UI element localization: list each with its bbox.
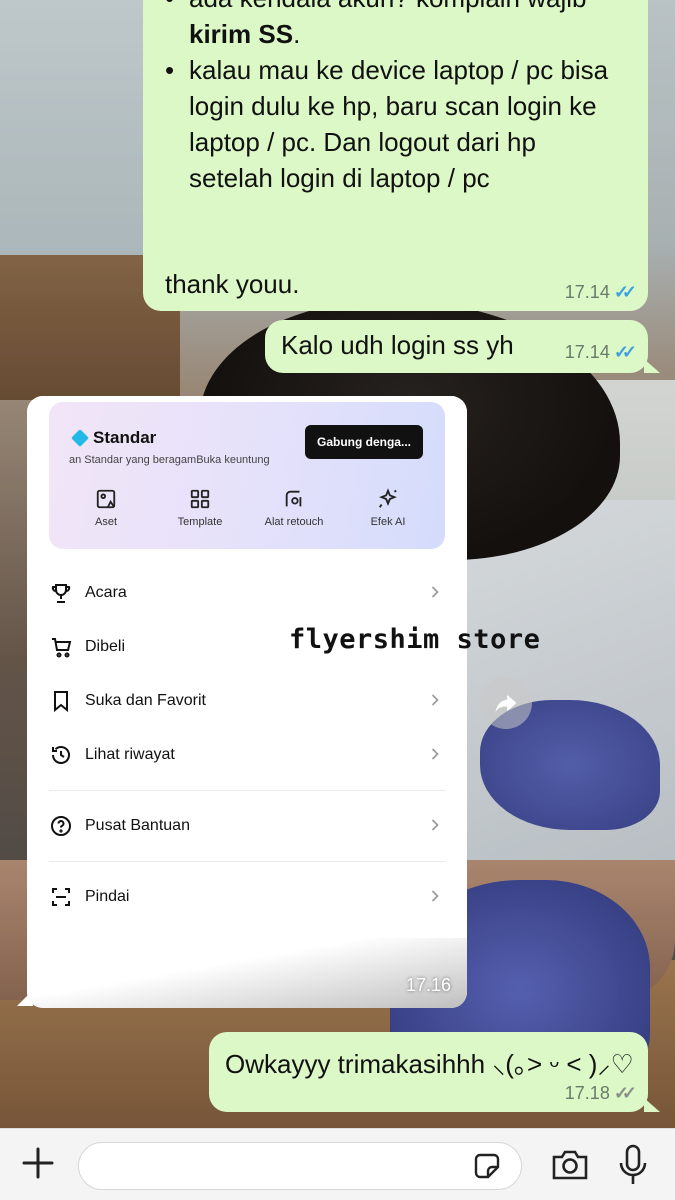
menu-item-pusat-bantuan: Pusat Bantuan xyxy=(49,806,445,846)
message-input[interactable] xyxy=(78,1142,522,1190)
forward-icon xyxy=(495,694,517,713)
help-icon xyxy=(51,816,71,836)
message-timestamp: 17.14 ✓✓ xyxy=(564,282,637,302)
message-text: Owkayyy trimakasihhh ⸜(｡˃ ᵕ ˂ )⸝♡ xyxy=(225,1049,634,1079)
read-receipt-icon: ✓✓ xyxy=(613,342,637,362)
chevron-right-icon xyxy=(431,890,439,902)
chevron-right-icon xyxy=(431,586,439,598)
history-icon xyxy=(52,746,70,764)
trophy-icon xyxy=(51,584,71,603)
outgoing-message-instructions[interactable]: ada kendala akun? komplain wajib kirim S… xyxy=(143,0,648,311)
tool-efek-ai: Efek AI xyxy=(341,488,435,528)
cart-icon xyxy=(52,638,72,658)
message-bullet-list: ada kendala akun? komplain wajib kirim S… xyxy=(165,0,625,196)
sticker-icon[interactable] xyxy=(472,1151,502,1181)
scan-icon xyxy=(52,888,70,906)
image-icon xyxy=(96,489,116,509)
card-subtitle: an Standar yang beragamBuka keuntung xyxy=(69,454,270,466)
grid-icon xyxy=(190,489,210,509)
bookmark-icon xyxy=(54,691,68,713)
chevron-right-icon xyxy=(431,694,439,706)
card-title: Standar xyxy=(93,428,157,447)
menu-item-suka-favorit: Suka dan Favorit xyxy=(49,681,445,721)
diamond-icon xyxy=(71,429,89,447)
message-timestamp: 17.16 xyxy=(405,975,451,995)
camera-icon[interactable] xyxy=(550,1147,590,1183)
tool-aset: Aset xyxy=(59,488,153,528)
message-text: Kalo udh login ss yh xyxy=(281,330,514,360)
tool-template: Template xyxy=(153,488,247,528)
menu-item-lihat-riwayat: Lihat riwayat xyxy=(49,735,445,775)
message-text: thank youu. xyxy=(165,269,300,299)
attached-screenshot: Standar an Standar yang beragamBuka keun… xyxy=(27,396,467,1008)
chevron-right-icon xyxy=(431,748,439,760)
message-timestamp: 17.14 ✓✓ xyxy=(564,342,637,362)
read-receipt-icon: ✓✓ xyxy=(613,282,637,302)
microphone-icon[interactable] xyxy=(616,1143,650,1187)
message-input-bar xyxy=(0,1128,675,1200)
bullet-item: ada kendala akun? komplain wajib kirim S… xyxy=(165,0,625,52)
divider xyxy=(49,861,445,862)
menu-item-pindai: Pindai xyxy=(49,877,445,917)
divider xyxy=(49,790,445,791)
sparkle-icon xyxy=(378,488,397,508)
incoming-image-message[interactable]: Standar an Standar yang beragamBuka keun… xyxy=(27,396,467,1008)
retouch-icon xyxy=(285,490,302,507)
tool-retouch: Alat retouch xyxy=(247,488,341,528)
plus-icon[interactable] xyxy=(18,1143,58,1183)
delivered-receipt-icon: ✓✓ xyxy=(613,1083,637,1103)
watermark-text: flyershim store xyxy=(289,624,541,655)
menu-item-acara: Acara xyxy=(49,573,445,613)
chevron-right-icon xyxy=(431,819,439,831)
membership-card: Standar an Standar yang beragamBuka keun… xyxy=(49,402,445,549)
outgoing-message[interactable]: Kalo udh login ss yh 17.14 ✓✓ xyxy=(265,320,660,373)
outgoing-message[interactable]: Owkayyy trimakasihhh ⸜(｡˃ ᵕ ˂ )⸝♡ 17.18 … xyxy=(209,1032,660,1112)
join-button: Gabung denga... xyxy=(305,425,423,459)
forward-button[interactable] xyxy=(480,677,532,729)
bullet-item: kalau mau ke device laptop / pc bisa log… xyxy=(165,52,625,196)
tool-row: Aset Template Alat retouch Efek AI xyxy=(59,488,435,528)
message-timestamp: 17.18 ✓✓ xyxy=(564,1083,637,1103)
